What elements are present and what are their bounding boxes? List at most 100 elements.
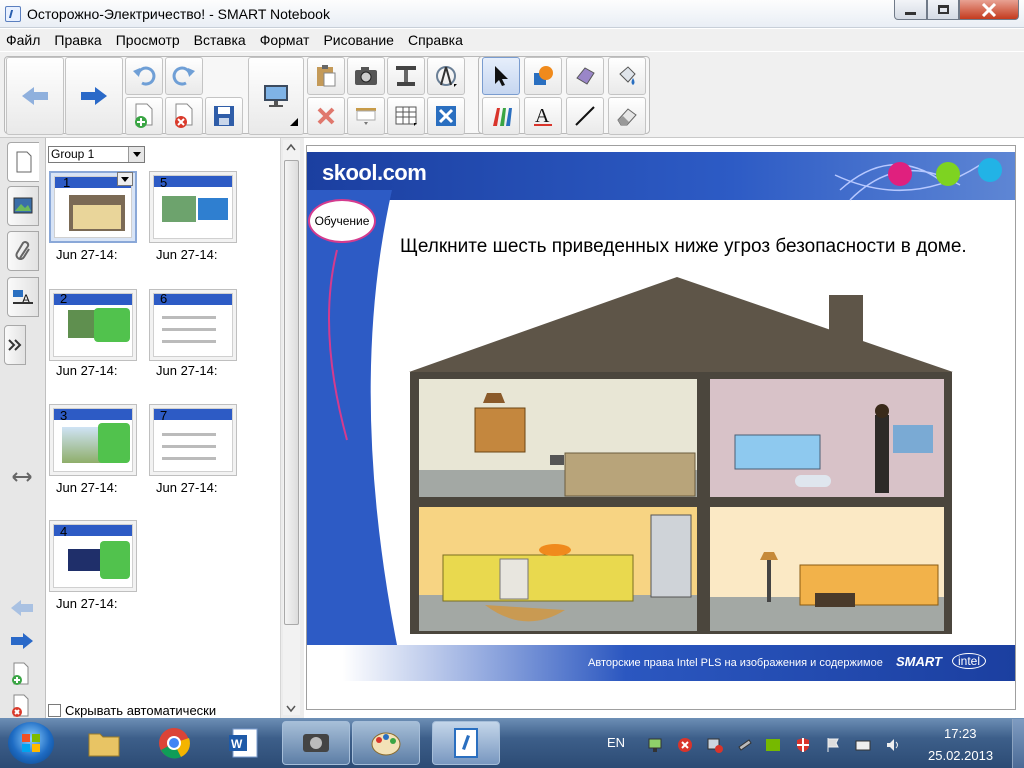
measurement-tools-button[interactable] [427, 57, 465, 95]
thumbnail-date: Jun 27-14: [56, 596, 118, 611]
tab-page-sorter[interactable] [7, 142, 39, 182]
scrollbar-thumb[interactable] [284, 160, 299, 625]
add-page-button[interactable] [125, 97, 163, 135]
bedroom-room[interactable] [419, 379, 697, 497]
thumbnail-date: Jun 27-14: [56, 247, 118, 262]
keyboard-tool-icon[interactable] [855, 737, 871, 753]
paste-button[interactable] [307, 57, 345, 95]
autohide-checkbox[interactable]: Скрывать автоматически [48, 703, 216, 718]
thumbnail-text-line [162, 316, 216, 319]
menu-insert[interactable]: Вставка [194, 32, 246, 48]
forward-button[interactable] [65, 57, 123, 135]
smart-notebook-app-icon[interactable] [5, 6, 21, 22]
expand-arrows-icon [8, 339, 22, 351]
line-button[interactable] [566, 97, 604, 135]
thumbnail-textbox [100, 541, 130, 579]
menu-file[interactable]: Файл [6, 32, 40, 48]
taskbar-paint[interactable] [352, 721, 420, 765]
fullscreen-icon [436, 106, 456, 126]
sidebar-delete-page-icon[interactable] [9, 694, 33, 718]
slide-instruction: Щелкните шесть приведенных ниже угроз бе… [400, 236, 967, 257]
living-room[interactable] [710, 507, 944, 631]
thumbnail-logo-box [68, 549, 104, 571]
flag-icon[interactable] [825, 737, 841, 753]
maximize-button[interactable] [927, 0, 959, 20]
menu-draw[interactable]: Рисование [323, 32, 394, 48]
undo-button[interactable] [125, 57, 163, 95]
taskbar-explorer[interactable] [70, 721, 138, 765]
save-button[interactable] [205, 97, 243, 135]
sidebar-add-page-icon[interactable] [9, 662, 33, 686]
thumbnail-textbox [198, 198, 228, 220]
select-button[interactable] [482, 57, 520, 95]
delete-button[interactable] [307, 97, 345, 135]
shapes-button[interactable] [524, 57, 562, 95]
fill-button[interactable] [608, 57, 646, 95]
palette-icon [371, 732, 401, 756]
tab-addons[interactable] [4, 325, 26, 365]
scroll-down-icon[interactable] [286, 705, 296, 713]
slide-left-swoosh [307, 190, 397, 645]
thumbnail-number: 2 [60, 291, 68, 306]
volume-icon[interactable] [885, 737, 901, 753]
previous-page-icon[interactable] [9, 598, 35, 618]
taskbar-word[interactable]: W [210, 721, 278, 765]
full-screen-button[interactable] [427, 97, 465, 135]
clock-time[interactable]: 17:23 [944, 726, 977, 741]
redo-button[interactable] [165, 57, 203, 95]
nvidia-icon[interactable] [765, 737, 781, 753]
kitchen-room[interactable] [419, 507, 697, 631]
bathroom-room[interactable] [710, 379, 944, 497]
resize-sidebar-icon[interactable] [12, 471, 32, 483]
toolbar-dropdown-icon[interactable] [289, 117, 299, 127]
menu-edit[interactable]: Правка [54, 32, 101, 48]
tab-gallery[interactable] [7, 186, 39, 226]
table-button[interactable] [387, 97, 425, 135]
thumbnail-date: Jun 27-14: [56, 480, 118, 495]
start-button[interactable] [8, 722, 54, 764]
forward-arrow-icon [81, 87, 107, 105]
delete-page-button[interactable] [165, 97, 203, 135]
minimize-button[interactable] [894, 0, 927, 20]
taskbar-chrome[interactable] [140, 721, 208, 765]
eraser-button[interactable] [608, 97, 646, 135]
text-button[interactable]: A [524, 97, 562, 135]
screen-capture-button[interactable] [347, 57, 385, 95]
tab-properties[interactable]: A [7, 277, 39, 317]
tab-attachments[interactable] [7, 231, 39, 271]
security-alert-icon[interactable] [677, 737, 693, 753]
next-page-icon[interactable] [9, 631, 35, 651]
menu-help[interactable]: Справка [408, 32, 463, 48]
taskbar-smart-notebook[interactable] [432, 721, 500, 765]
screen-shade-icon [356, 108, 376, 125]
shield-icon[interactable] [795, 737, 811, 753]
thumbnail-menu-icon[interactable] [117, 172, 133, 186]
keyboard-language[interactable]: EN [607, 735, 625, 750]
paste-icon [317, 65, 336, 87]
thumbnail-date: Jun 27-14: [156, 480, 218, 495]
show-desktop-button[interactable] [1012, 719, 1024, 768]
text-icon: A [534, 105, 552, 127]
chrome-icon [159, 728, 190, 759]
close-button[interactable] [959, 0, 1019, 20]
pens-button[interactable] [482, 97, 520, 135]
checkbox-icon[interactable] [48, 704, 61, 717]
clock-date[interactable]: 25.02.2013 [928, 748, 993, 763]
group-select[interactable]: Group 1 [48, 146, 145, 163]
document-camera-button[interactable] [387, 57, 425, 95]
menu-view[interactable]: Просмотр [116, 32, 180, 48]
back-button[interactable] [6, 57, 64, 135]
network-icon[interactable] [647, 737, 663, 753]
scroll-up-icon[interactable] [286, 143, 296, 151]
menu-format[interactable]: Формат [260, 32, 310, 48]
document-camera-icon [396, 66, 416, 86]
polygon-button[interactable] [566, 57, 604, 95]
thumbnail-text-line [162, 328, 216, 331]
save-icon [214, 106, 234, 126]
network-error-icon[interactable] [707, 737, 723, 753]
fill-icon [619, 66, 636, 85]
usb-icon[interactable] [737, 737, 753, 753]
decorative-balls-graphic [834, 158, 1002, 201]
taskbar-document-camera[interactable] [282, 721, 350, 765]
screen-shade-button[interactable] [347, 97, 385, 135]
